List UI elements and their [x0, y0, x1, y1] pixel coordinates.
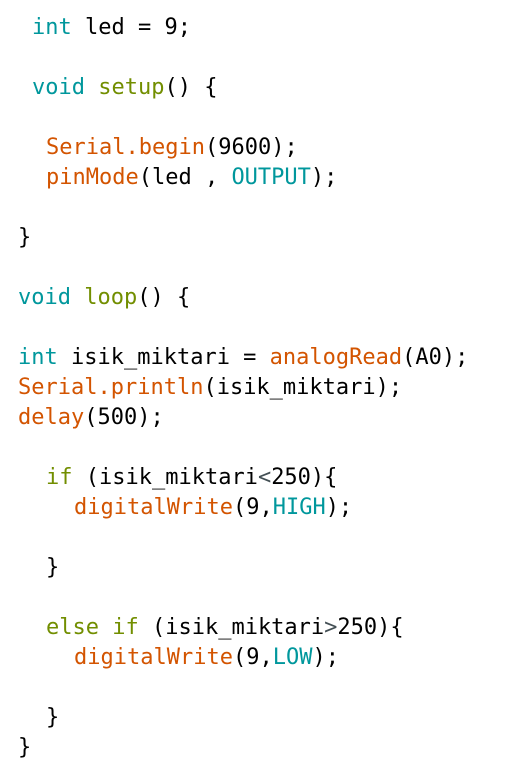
code-token: > — [324, 615, 338, 640]
code-line[interactable]: pinMode(led , OUTPUT); — [0, 163, 520, 193]
code-token: } — [18, 225, 32, 250]
code-token: 250){ — [271, 465, 338, 490]
code-token: (isik_miktari — [72, 465, 258, 490]
code-token: begin — [138, 135, 205, 160]
code-line[interactable]: delay(500); — [0, 403, 520, 433]
code-token: < — [257, 465, 272, 490]
code-token: () { — [137, 285, 191, 310]
code-token: . — [97, 375, 111, 400]
code-token: ); — [310, 165, 338, 190]
code-line[interactable]: } — [0, 703, 520, 733]
code-token: void — [18, 285, 71, 310]
code-line[interactable]: void setup() { — [0, 73, 520, 103]
code-token: (9, — [232, 645, 273, 670]
code-token: analogRead — [269, 345, 403, 370]
code-line[interactable]: int led = 9; — [0, 13, 520, 43]
code-token: int — [32, 15, 72, 40]
code-token: 250){ — [337, 615, 404, 640]
code-token: Serial — [46, 135, 126, 160]
code-line[interactable]: else if (isik_miktari>250){ — [0, 613, 520, 643]
code-token: loop — [84, 285, 138, 310]
code-token: isik_miktari = — [57, 345, 270, 370]
code-listing-panel[interactable]: int led = 9; void setup() {Serial.begin(9… — [0, 0, 520, 774]
code-token: led = 9; — [71, 15, 191, 40]
code-token: (isik_miktari — [138, 615, 325, 640]
code-token: (9, — [232, 495, 273, 520]
code-token: digitalWrite — [74, 495, 233, 520]
code-line[interactable]: int isik_miktari = analogRead(A0); — [0, 343, 520, 373]
code-line[interactable]: void loop() { — [0, 283, 520, 313]
code-token: } — [46, 705, 60, 730]
code-token: (500); — [84, 405, 164, 430]
code-line[interactable]: digitalWrite(9,LOW); — [0, 643, 520, 673]
code-token: LOW — [272, 645, 313, 670]
code-line[interactable]: } — [0, 733, 520, 763]
code-token: OUTPUT — [231, 165, 311, 190]
code-token: void — [32, 75, 85, 100]
code-token: if — [46, 465, 73, 490]
code-token: digitalWrite — [74, 645, 233, 670]
code-token: else — [46, 615, 99, 640]
code-token: int — [18, 345, 58, 370]
code-token: } — [46, 555, 60, 580]
code-line[interactable]: Serial.begin(9600); — [0, 133, 520, 163]
code-token: println — [110, 375, 204, 400]
code-line[interactable]: } — [0, 223, 520, 253]
code-token: HIGH — [272, 495, 326, 520]
code-token: (A0); — [402, 345, 469, 370]
code-token: . — [125, 135, 139, 160]
code-line[interactable]: if (isik_miktari<250){ — [0, 463, 520, 493]
code-token: pinMode — [46, 165, 139, 190]
code-token: if — [112, 615, 139, 640]
code-line[interactable]: digitalWrite(9,HIGH); — [0, 493, 520, 523]
code-token: delay — [18, 405, 85, 430]
code-token: ); — [312, 645, 339, 670]
code-token: } — [18, 735, 32, 760]
code-token: setup — [98, 75, 165, 100]
code-token: (led , — [138, 165, 232, 190]
code-line[interactable]: } — [0, 553, 520, 583]
code-line[interactable]: Serial.println(isik_miktari); — [0, 373, 520, 403]
code-token: () { — [164, 75, 218, 100]
code-token: (9600); — [204, 135, 298, 160]
code-token: Serial — [18, 375, 98, 400]
code-token: ); — [325, 495, 353, 520]
code-token: (isik_miktari); — [203, 375, 403, 400]
